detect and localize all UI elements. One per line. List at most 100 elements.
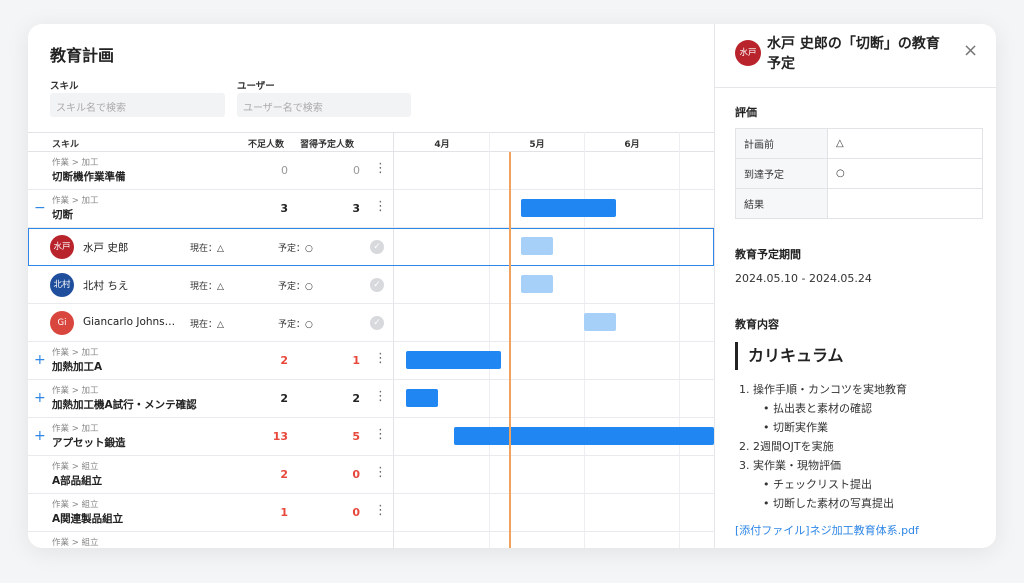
avatar: 水戸 bbox=[735, 40, 761, 66]
planned-level: 予定：○ bbox=[278, 244, 313, 254]
more-icon[interactable]: ⋮ bbox=[374, 428, 387, 441]
gantt-bar[interactable] bbox=[406, 351, 501, 369]
skill-name: 切断機作業準備 bbox=[52, 171, 126, 183]
current-level: 現在：△ bbox=[190, 244, 224, 254]
skill-category: 作業 > 加工 bbox=[52, 386, 99, 396]
plan-count: 5 bbox=[352, 430, 360, 443]
skill-name: A関連製品組立 bbox=[52, 513, 124, 525]
more-icon[interactable]: ⋮ bbox=[374, 200, 387, 213]
gantt-bar[interactable] bbox=[406, 389, 438, 407]
skill-name: A部品組立 bbox=[52, 475, 103, 487]
skill-category: 作業 > 加工 bbox=[52, 348, 99, 358]
skill-category: 作業 > 組立 bbox=[52, 538, 99, 548]
curriculum-list: 1. 操作手順・カンコツを実地教育 • 払出表と素材の確認 • 切断実作業 2.… bbox=[735, 380, 907, 513]
more-icon[interactable]: ⋮ bbox=[374, 390, 387, 403]
skill-category: 作業 > 加工 bbox=[52, 424, 99, 434]
current-level: 現在：△ bbox=[190, 282, 224, 292]
plan-count: 0 bbox=[352, 506, 360, 519]
attachment-link[interactable]: [添付ファイル]ネジ加工教育体系.pdf bbox=[735, 522, 919, 538]
short-count: 2 bbox=[280, 468, 288, 481]
list-item: 3. 実作業・現物評価 bbox=[739, 459, 841, 472]
plan-count: 3 bbox=[352, 202, 360, 215]
table-row[interactable]: 作業 > 加工 切断機作業準備 0 0 ⋮ bbox=[28, 152, 714, 190]
user-row-selected[interactable]: 水戸 水戸 史郎 現在：△ 予定：○ ✓ bbox=[28, 228, 714, 266]
current-level: 現在：△ bbox=[190, 320, 224, 330]
user-filter-label: ユーザー bbox=[237, 81, 275, 92]
list-item: • 払出表と素材の確認 bbox=[763, 402, 872, 415]
plan-count: 0 bbox=[352, 468, 360, 481]
evaluation-heading: 評価 bbox=[735, 106, 757, 119]
short-count: 0 bbox=[281, 164, 288, 177]
skill-name: 切断 bbox=[52, 209, 73, 221]
user-name: Giancarlo Johns… bbox=[83, 316, 176, 328]
more-icon[interactable]: ⋮ bbox=[374, 352, 387, 365]
eval-value bbox=[827, 188, 983, 219]
planned-level: 予定：○ bbox=[278, 282, 313, 292]
table-row[interactable]: 作業 > 組立 A関連製品組立 1 0 ⋮ bbox=[28, 494, 714, 532]
skill-name: 加熱加工機A試行・メンテ確認 bbox=[52, 399, 197, 411]
expand-icon[interactable]: + bbox=[34, 429, 46, 443]
collapse-icon[interactable]: − bbox=[34, 201, 46, 215]
gantt-bar-user[interactable] bbox=[521, 275, 553, 293]
gantt-bar-user[interactable] bbox=[584, 313, 616, 331]
detail-title: 水戸 史郎の「切断」の教育予定 bbox=[767, 36, 940, 72]
content-heading: 教育内容 bbox=[735, 318, 779, 331]
list-item: • 切断した素材の写真提出 bbox=[763, 497, 894, 510]
skill-name: アプセット鍛造 bbox=[52, 437, 126, 449]
planned-level: 予定：○ bbox=[278, 320, 313, 330]
table-row[interactable]: 作業 > 組立 A部品組立 2 0 ⋮ bbox=[28, 456, 714, 494]
eval-key: 計画前 bbox=[735, 128, 828, 159]
user-search-input[interactable]: ユーザー名で検索 bbox=[237, 93, 411, 117]
gantt-bar-user[interactable] bbox=[521, 237, 553, 255]
header-short: 不足人数 bbox=[248, 140, 285, 150]
expand-icon[interactable]: + bbox=[34, 391, 46, 405]
eval-key: 到達予定 bbox=[735, 158, 828, 189]
skill-filter-label: スキル bbox=[50, 81, 79, 92]
short-count: 2 bbox=[280, 392, 288, 405]
skill-category: 作業 > 組立 bbox=[52, 462, 99, 472]
plan-count: 0 bbox=[353, 164, 360, 177]
skill-name: 加熱加工A bbox=[52, 361, 103, 373]
short-count: 2 bbox=[280, 354, 288, 367]
detail-header: 水戸 水戸 史郎の「切断」の教育予定 × bbox=[715, 24, 996, 88]
eval-value: ○ bbox=[827, 158, 983, 189]
skill-category: 作業 > 加工 bbox=[52, 158, 99, 168]
skill-category: 作業 > 組立 bbox=[52, 500, 99, 510]
page-title: 教育計画 bbox=[50, 46, 115, 65]
plan-count: 2 bbox=[352, 392, 360, 405]
detail-panel: 水戸 水戸 史郎の「切断」の教育予定 × 評価 計画前 △ 到達予定 ○ 結果 … bbox=[714, 24, 996, 548]
short-count: 13 bbox=[272, 430, 288, 443]
period-heading: 教育予定期間 bbox=[735, 248, 801, 261]
close-icon[interactable]: × bbox=[963, 40, 978, 61]
skill-category: 作業 > 加工 bbox=[52, 196, 99, 206]
more-icon[interactable]: ⋮ bbox=[374, 162, 387, 175]
more-icon[interactable]: ⋮ bbox=[374, 504, 387, 517]
avatar: Gi bbox=[50, 311, 74, 335]
skill-search-input[interactable]: スキル名で検索 bbox=[50, 93, 225, 117]
short-count: 3 bbox=[280, 202, 288, 215]
more-icon[interactable]: ⋮ bbox=[374, 466, 387, 479]
eval-value: △ bbox=[827, 128, 983, 159]
education-plan-panel: 教育計画 スキル スキル名で検索 ユーザー ユーザー名で検索 スキル 不足人数 … bbox=[28, 24, 714, 548]
user-row[interactable]: 北村 北村 ちえ 現在：△ 予定：○ ✓ bbox=[28, 266, 714, 304]
check-icon[interactable]: ✓ bbox=[370, 240, 384, 254]
eval-key: 結果 bbox=[735, 188, 828, 219]
short-count: 1 bbox=[280, 506, 288, 519]
check-icon[interactable]: ✓ bbox=[370, 316, 384, 330]
gantt-bar[interactable] bbox=[521, 199, 616, 217]
table-row[interactable]: + 作業 > 加工 加熱加工A 2 1 ⋮ bbox=[28, 342, 714, 380]
curriculum-title: カリキュラム bbox=[735, 342, 844, 370]
list-item: 1. 操作手順・カンコツを実地教育 bbox=[739, 383, 907, 396]
list-item: • 切断実作業 bbox=[763, 421, 828, 434]
avatar: 北村 bbox=[50, 273, 74, 297]
period-value: 2024.05.10 - 2024.05.24 bbox=[735, 272, 872, 285]
expand-icon[interactable]: + bbox=[34, 353, 46, 367]
table-row[interactable]: 作業 > 組立 bbox=[28, 532, 714, 548]
gantt-bar[interactable] bbox=[454, 427, 714, 445]
today-line bbox=[509, 152, 511, 548]
header-skill: スキル bbox=[52, 140, 80, 150]
table-row[interactable]: + 作業 > 加工 加熱加工機A試行・メンテ確認 2 2 ⋮ bbox=[28, 380, 714, 418]
check-icon[interactable]: ✓ bbox=[370, 278, 384, 292]
evaluation-table: 計画前 △ 到達予定 ○ 結果 bbox=[735, 128, 983, 219]
user-name: 北村 ちえ bbox=[83, 280, 129, 292]
